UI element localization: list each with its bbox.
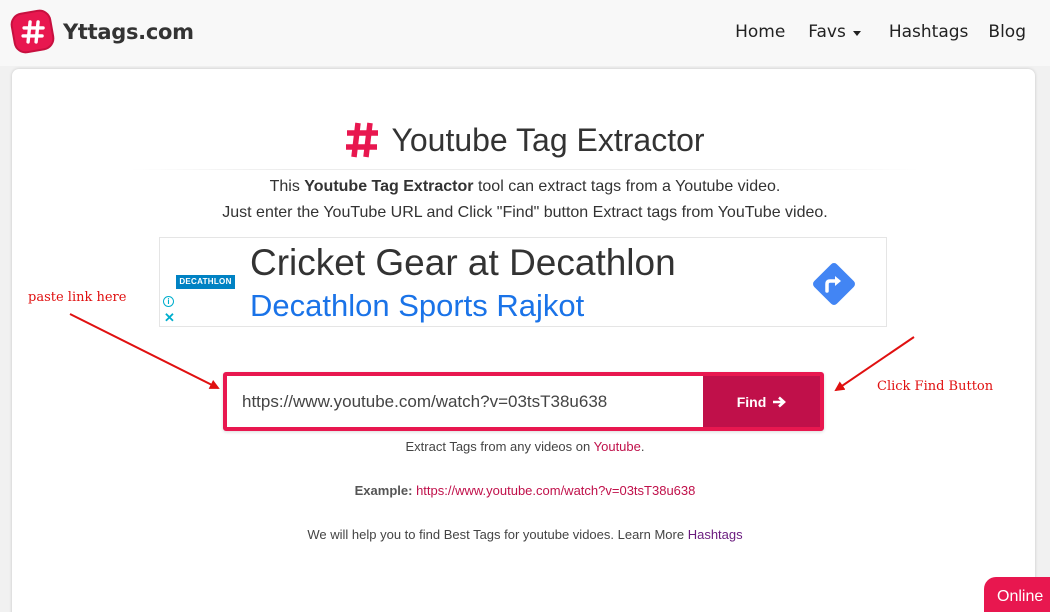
annotation-click-find: Click Find Button [877,379,994,394]
annotation-arrows [69,313,915,392]
annotation-paste-link: paste link here [28,290,127,305]
arrow-to-input [69,313,220,389]
online-chat-badge[interactable]: Online [984,577,1050,612]
